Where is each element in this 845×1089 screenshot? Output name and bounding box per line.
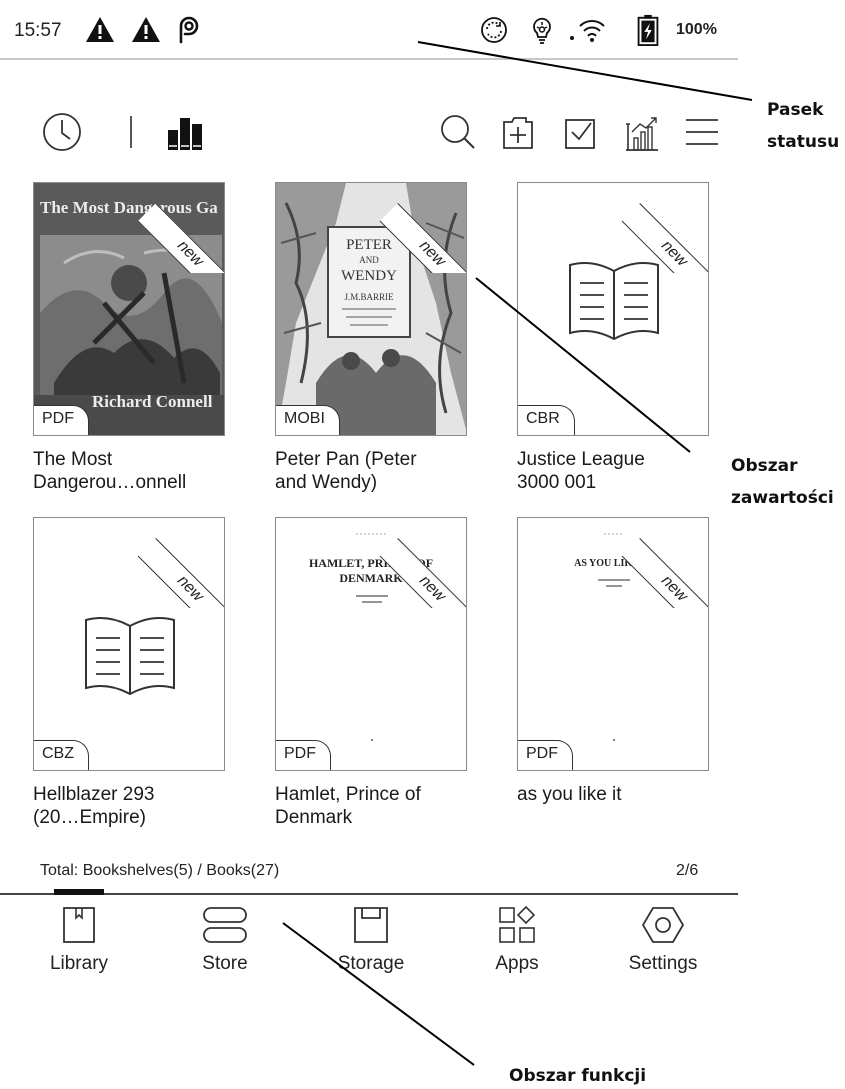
- annotation-function-area: Obszar funkcji: [509, 1066, 647, 1086]
- annotation-status-bar: Pasek statusu: [767, 100, 840, 152]
- annotation-content-area: Obszar zawartości: [731, 456, 834, 508]
- annotation-lines: [282, 41, 753, 1066]
